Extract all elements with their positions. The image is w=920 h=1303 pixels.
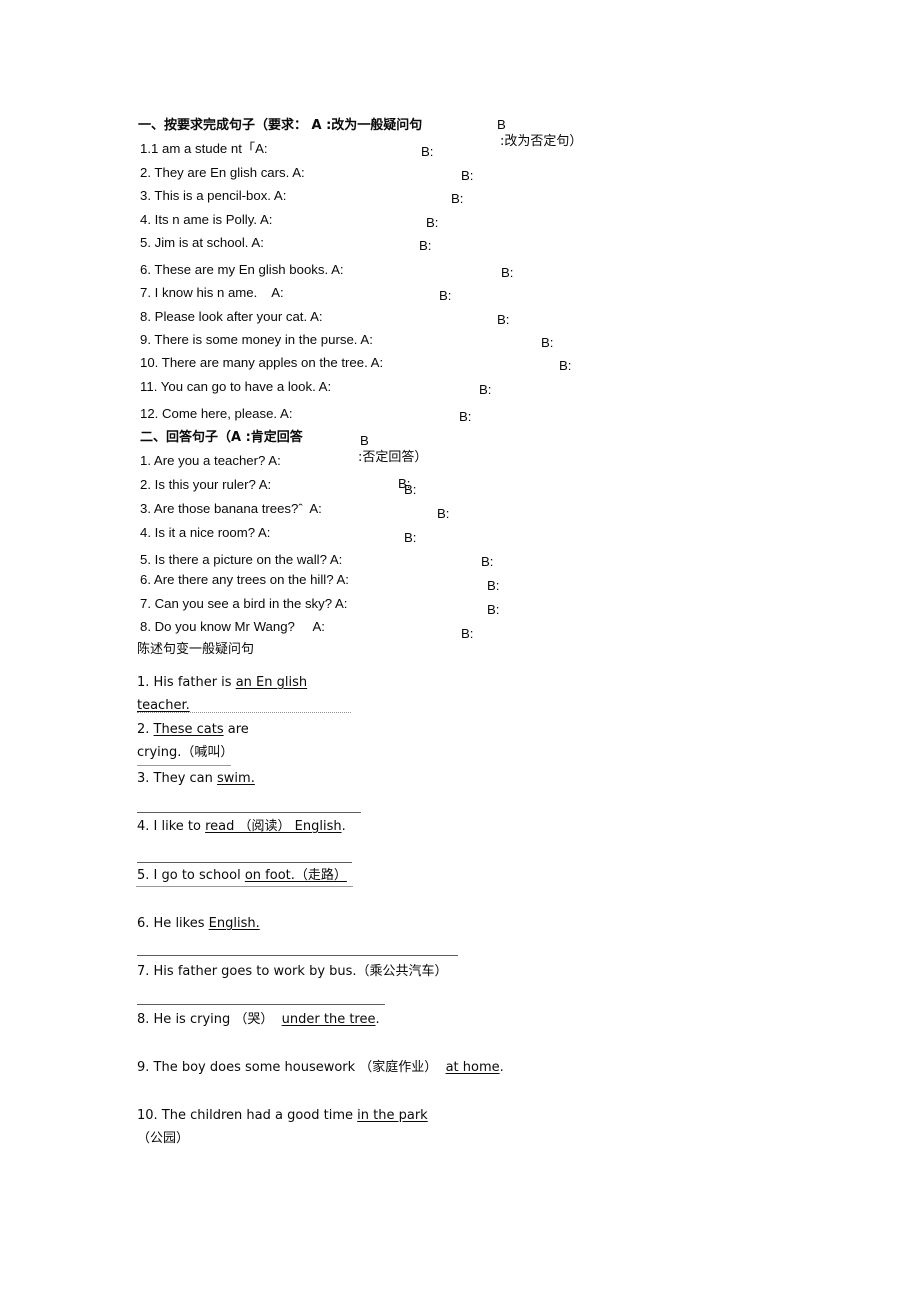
section2-question: 1. Are you a teacher? A:: [140, 453, 281, 468]
section1-question: 9. There is some money in the purse. A:: [140, 332, 373, 347]
sentence-text: 3. They can: [137, 771, 218, 786]
rewrite-item-line: 2. These cats are: [137, 722, 249, 738]
rewrite-item-line: 5. I go to school on foot.（走路）: [137, 868, 347, 884]
section2-question: 2. Is this your ruler? A:: [140, 477, 272, 492]
section1-answer-b-marker: B:: [461, 168, 474, 183]
rewrite-item-line: teacher.: [137, 698, 190, 714]
section2-answer-b-marker: B:: [487, 578, 500, 593]
rewrite-item-line: 4. I like to read （阅读） English.: [137, 819, 346, 835]
rewrite-item-line: 9. The boy does some housework （家庭作业） at…: [137, 1060, 504, 1076]
document-page: 一、按要求完成句子（要求： A :改为一般疑问句 B :改为否定句） 1.1 a…: [0, 0, 920, 1303]
underlined-phrase: at home: [445, 1060, 500, 1075]
section3-heading: 陈述句变一般疑问句: [137, 642, 255, 657]
section1-question: 6. These are my En glish books. A:: [140, 262, 344, 277]
section2-question: 6. Are there any trees on the hill? A:: [140, 572, 349, 587]
sentence-text: .: [375, 1012, 380, 1027]
section1-answer-b-marker: B:: [451, 191, 464, 206]
section1-question: 4. Its n ame is Polly. A:: [140, 212, 273, 227]
section1-answer-b-marker: B:: [479, 382, 492, 397]
section1-answer-b-marker: B:: [559, 358, 572, 373]
sentence-text: crying.（喊叫）: [137, 745, 234, 760]
section1-answer-b-marker: B:: [541, 335, 554, 350]
section2-answer-b-marker: B:: [481, 554, 494, 569]
section1-answer-b-marker: B:: [426, 215, 439, 230]
sentence-text: 8. He is crying （哭）: [137, 1012, 282, 1027]
rewrite-item-line: crying.（喊叫）: [137, 745, 233, 761]
section2-heading-b-cont: :否定回答）: [358, 450, 428, 465]
section1-heading: 一、按要求完成句子（要求： A :改为一般疑问句: [138, 118, 423, 133]
section1-question: 2. They are En glish cars. A:: [140, 165, 305, 180]
section1-answer-b-marker: B:: [421, 144, 434, 159]
underlined-phrase: swim.: [217, 771, 255, 786]
section1-answer-b-marker: B:: [497, 312, 510, 327]
section1-heading-b: B: [497, 117, 506, 132]
sentence-text: 5. I go to school: [137, 868, 245, 883]
underlined-phrase: English.: [208, 916, 260, 931]
rewrite-item-line: 8. He is crying （哭） under the tree.: [137, 1012, 380, 1028]
section2-question: 4. Is it a nice room? A:: [140, 525, 271, 540]
section2-heading: 二、回答句子（A :肯定回答: [140, 430, 303, 445]
rewrite-item-line: 6. He likes English.: [137, 916, 260, 932]
sentence-text: 4. I like to: [137, 819, 206, 834]
sentence-text: 9. The boy does some housework （家庭作业）: [137, 1060, 446, 1075]
separator-rule-7: [137, 1004, 385, 1005]
underlined-phrase: in the park: [357, 1108, 428, 1123]
section2-heading-b: B: [360, 433, 369, 448]
sentence-text: （公园）: [137, 1131, 190, 1146]
section1-question: 5. Jim is at school. A:: [140, 235, 264, 250]
sentence-text: 7. His father goes to work by bus.（乘公共汽车…: [137, 964, 448, 979]
section1-question: 3. This is a pencil-box. A:: [140, 188, 287, 203]
underlined-phrase: teacher.: [137, 698, 190, 713]
section1-heading-b-cont: :改为否定句）: [500, 134, 583, 149]
underlined-phrase: read （阅读） English: [205, 819, 342, 834]
underlined-phrase: on foot.（走路）: [244, 868, 347, 883]
section1-answer-b-marker: B:: [501, 265, 514, 280]
section2-answer-b-marker: B:: [404, 530, 417, 545]
separator-rule-2: [137, 765, 231, 766]
section2-answer-b-marker: B:: [461, 626, 474, 641]
section2-answer-b-marker: B:: [437, 506, 450, 521]
underlined-phrase: under the tree: [281, 1012, 376, 1027]
rewrite-item-line: 1. His father is an En glish: [137, 675, 307, 691]
sentence-text: 6. He likes: [137, 916, 209, 931]
sentence-text: 10. The children had a good time: [137, 1108, 358, 1123]
section1-question: 8. Please look after your cat. A:: [140, 309, 323, 324]
separator-rule-3: [137, 812, 361, 813]
sentence-text: .: [499, 1060, 504, 1075]
sentence-text: are: [223, 722, 249, 737]
section1-question: 1.1 am a stude nt「A:: [140, 141, 268, 156]
rewrite-item-line: （公园）: [137, 1131, 189, 1147]
section2-question: 3. Are those banana trees?ˆ A:: [140, 501, 322, 516]
underlined-phrase: These cats: [153, 722, 224, 737]
section2-answer-b-marker: B:: [404, 482, 417, 497]
section2-question: 8. Do you know Mr Wang? A:: [140, 619, 325, 634]
separator-rule-4: [137, 862, 352, 863]
underlined-phrase: an En glish: [235, 675, 308, 690]
sentence-text: .: [341, 819, 346, 834]
section2-question: 5. Is there a picture on the wall? A:: [140, 552, 343, 567]
section2-question: 7. Can you see a bird in the sky? A:: [140, 596, 348, 611]
rewrite-item-line: 7. His father goes to work by bus.（乘公共汽车…: [137, 964, 448, 980]
section1-question: 11. You can go to have a look. A:: [140, 379, 332, 394]
section1-question: 10. There are many apples on the tree. A…: [140, 355, 384, 370]
separator-rule-5: [136, 886, 353, 887]
rewrite-item-line: 10. The children had a good time in the …: [137, 1108, 428, 1124]
section1-question: 12. Come here, please. A:: [140, 406, 293, 421]
section1-question: 7. I know his n ame. A:: [140, 285, 284, 300]
section1-answer-b-marker: B:: [419, 238, 432, 253]
section1-answer-b-marker: B:: [439, 288, 452, 303]
separator-rule-6: [137, 955, 458, 956]
sentence-text: 1. His father is: [137, 675, 236, 690]
sentence-text: 2.: [137, 722, 154, 737]
rewrite-item-line: 3. They can swim.: [137, 771, 255, 787]
section2-answer-b-marker: B:: [487, 602, 500, 617]
section1-answer-b-marker: B:: [459, 409, 472, 424]
